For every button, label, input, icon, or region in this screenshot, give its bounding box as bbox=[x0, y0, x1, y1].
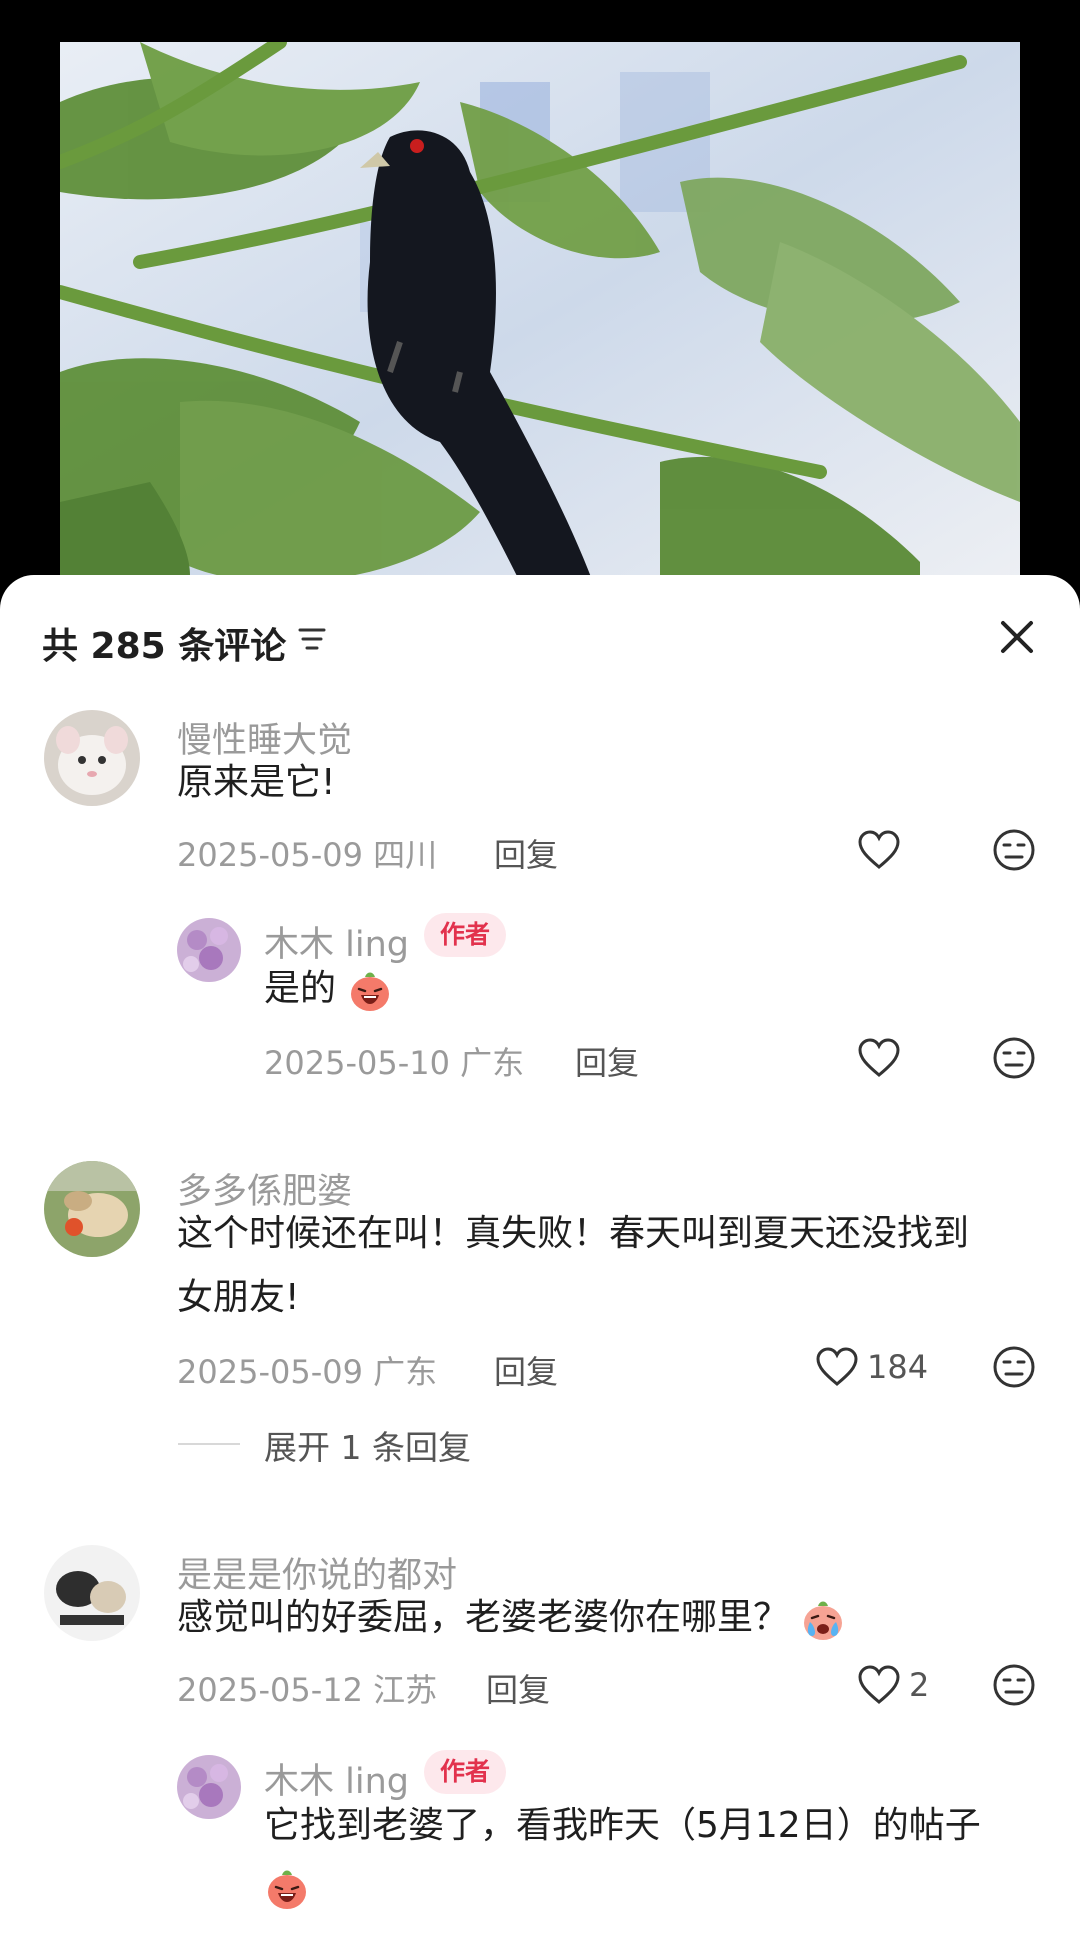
grinning-peach-emoji bbox=[351, 972, 390, 1011]
comment-date-location: 2025-05-12 江苏 bbox=[177, 1671, 438, 1709]
expand-replies-button[interactable]: 展开 1 条回复 bbox=[264, 1421, 471, 1469]
bird-photo-illustration bbox=[60, 42, 1020, 602]
avatar[interactable] bbox=[44, 1161, 140, 1257]
like-button[interactable] bbox=[857, 1035, 901, 1081]
comment-date-location: 2025-05-09 广东 bbox=[177, 1353, 438, 1391]
post-photo-area bbox=[0, 0, 1080, 640]
crying-peach-emoji bbox=[804, 1601, 843, 1640]
filter-lines-icon[interactable] bbox=[296, 623, 328, 655]
like-button[interactable] bbox=[857, 827, 901, 873]
close-icon[interactable] bbox=[995, 615, 1039, 659]
comments-sheet: 共 285 条评论 慢性睡大觉 原来是它! 2025-05-09 四川 回复 木… bbox=[0, 575, 1080, 1939]
comment-count-title: 共 285 条评论 bbox=[42, 626, 287, 667]
avatar-purple-flowers-image bbox=[177, 918, 241, 982]
expand-divider bbox=[178, 1443, 240, 1445]
heart-outline-icon bbox=[858, 1665, 900, 1704]
like-count: 2 bbox=[909, 1666, 930, 1704]
avatar[interactable] bbox=[44, 1545, 140, 1641]
avatar-white-rat-image bbox=[44, 710, 140, 806]
avatar-purple-flowers-image bbox=[177, 1755, 241, 1819]
avatar[interactable] bbox=[177, 918, 241, 982]
like-button[interactable]: 2 bbox=[857, 1662, 929, 1708]
comment-text-line2: 女朋友! bbox=[177, 1277, 300, 1318]
reply-date-location: 2025-05-10 广东 bbox=[264, 1044, 525, 1082]
heart-outline-icon bbox=[858, 830, 900, 869]
reply-button[interactable]: 回复 bbox=[494, 830, 558, 876]
like-button[interactable]: 184 bbox=[815, 1344, 928, 1390]
avatar[interactable] bbox=[177, 1755, 241, 1819]
meh-face-icon[interactable] bbox=[992, 828, 1036, 872]
comment-text-content: 感觉叫的好委屈，老婆老婆你在哪里？ bbox=[177, 1597, 790, 1638]
avatar[interactable] bbox=[44, 710, 140, 806]
meh-face-icon[interactable] bbox=[992, 1345, 1036, 1389]
reply-button[interactable]: 回复 bbox=[494, 1347, 558, 1393]
avatar-dog-image bbox=[44, 1161, 140, 1257]
reply-text: 它找到老婆了，看我昨天（5月12日）的帖子 bbox=[264, 1805, 981, 1846]
heart-outline-icon bbox=[816, 1347, 858, 1386]
comment-date-location: 2025-05-09 四川 bbox=[177, 836, 438, 874]
reply-button[interactable]: 回复 bbox=[486, 1665, 550, 1711]
reply-button[interactable]: 回复 bbox=[575, 1038, 639, 1084]
avatar-cats-image bbox=[44, 1545, 140, 1641]
post-photo-bird-on-papaya-tree[interactable] bbox=[60, 42, 1020, 602]
like-count: 184 bbox=[867, 1348, 929, 1386]
comments-header: 共 285 条评论 bbox=[0, 575, 1080, 695]
meh-face-icon[interactable] bbox=[992, 1036, 1036, 1080]
comment-text-line1: 这个时候还在叫！真失败！春天叫到夏天还没找到 bbox=[177, 1213, 970, 1254]
meh-face-icon[interactable] bbox=[992, 1663, 1036, 1707]
author-badge: 作者 bbox=[424, 1750, 507, 1794]
reply-text-content: 是的 bbox=[264, 968, 337, 1009]
heart-outline-icon bbox=[858, 1038, 900, 1077]
reply-text: 是的 bbox=[264, 958, 1024, 1020]
comment-text: 感觉叫的好委屈，老婆老婆你在哪里？ bbox=[177, 1587, 1037, 1649]
comment-text: 原来是它! bbox=[177, 762, 336, 803]
author-badge: 作者 bbox=[424, 913, 507, 957]
grinning-peach-emoji bbox=[268, 1870, 306, 1909]
